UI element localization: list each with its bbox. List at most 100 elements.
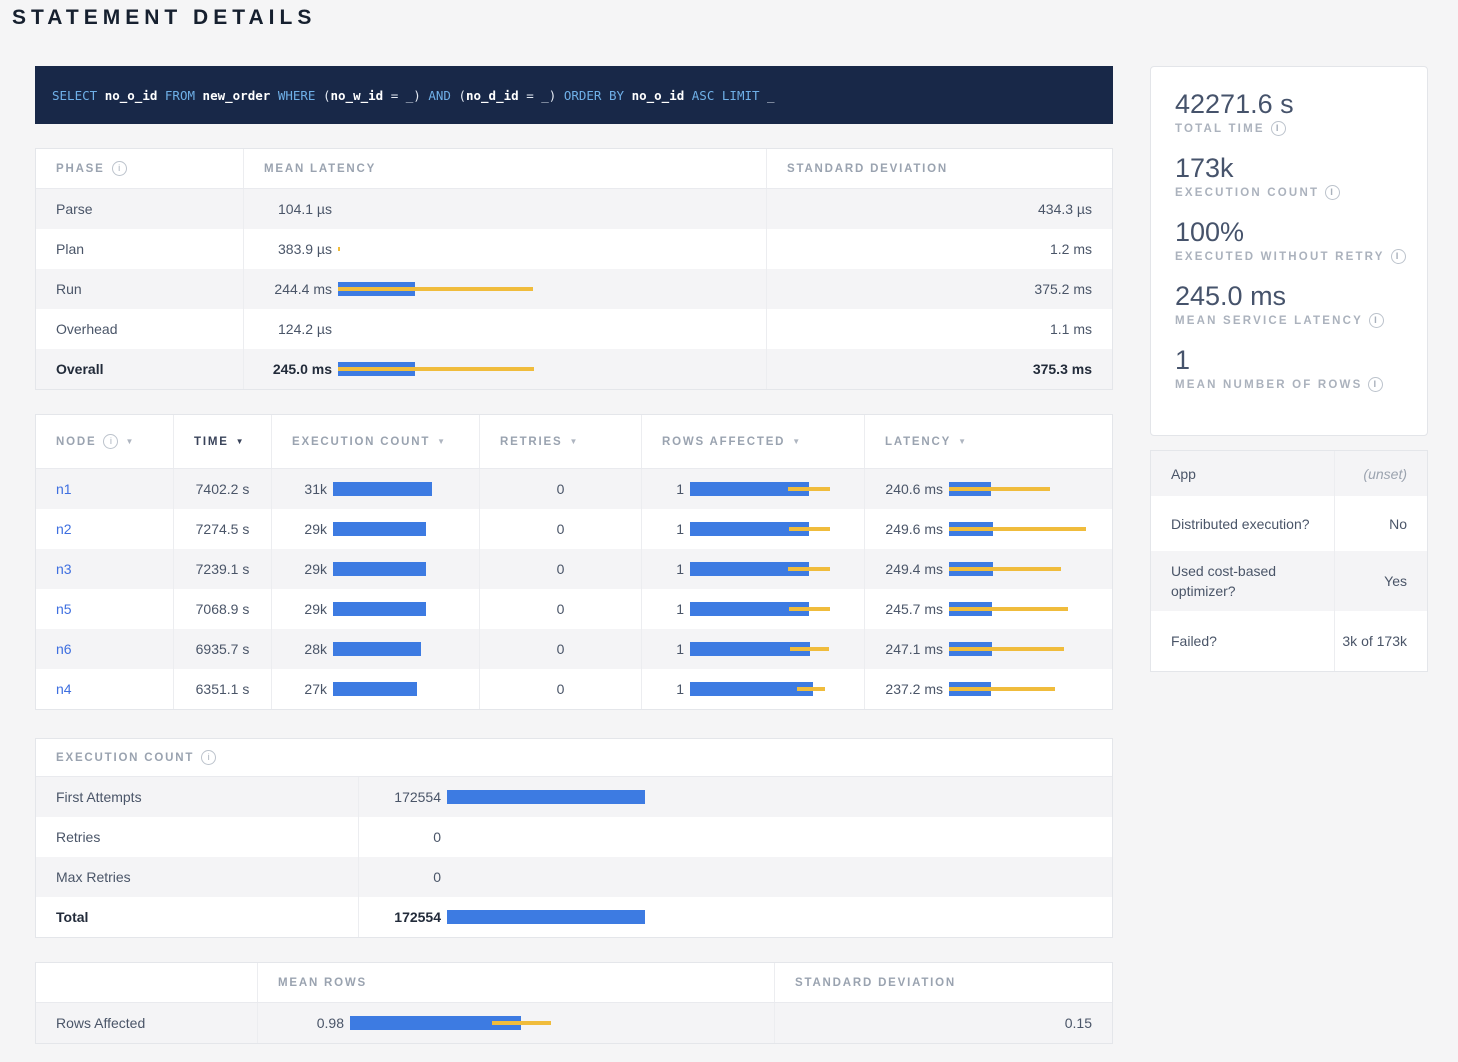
sort-arrow-icon: ▼ (569, 437, 577, 446)
mean-latency-value: 104.1 µs (244, 201, 332, 217)
column-header-label: MEAN ROWS (278, 977, 367, 989)
mean-rows-cell: 0.98 (257, 1003, 774, 1043)
stddev-bar (949, 567, 1061, 571)
sql-keyword: ASC (692, 88, 722, 103)
phase-name-cell: Overall (36, 349, 243, 389)
column-header-label: RETRIES (500, 436, 562, 448)
column-header[interactable]: NODEi▼ (36, 415, 173, 468)
stddev-bar (492, 1021, 551, 1025)
row-label: Retries (56, 829, 100, 845)
attribute-value: 3k of 173k (1334, 611, 1427, 671)
mean-latency-cell: 124.2 µs (243, 309, 766, 349)
summary-stat: 100%EXECUTED WITHOUT RETRYi (1175, 217, 1427, 264)
stddev-cell: 434.3 µs (766, 189, 1112, 229)
stddev-cell: 375.3 ms (766, 349, 1112, 389)
time-value: 7239.1 s (196, 561, 250, 577)
time-cell: 7274.5 s (173, 509, 271, 549)
stddev-value: 1.1 ms (1050, 321, 1092, 337)
table-title: EXECUTION COUNT (56, 752, 194, 764)
phase-row: Parse 104.1 µs 434.3 µs (36, 189, 1112, 229)
mean-bar (333, 522, 426, 536)
stat-value: 42271.6 s (1175, 89, 1427, 120)
phase-name: Parse (56, 201, 93, 217)
info-icon[interactable]: i (1369, 313, 1384, 328)
column-header: STANDARD DEVIATION (774, 963, 1112, 1002)
exec-count-value: 28k (272, 641, 327, 657)
info-icon[interactable]: i (201, 750, 216, 765)
mean-latency-value: 124.2 µs (244, 321, 332, 337)
info-icon[interactable]: i (112, 161, 127, 176)
attribute-row: Failed?3k of 173k (1151, 611, 1427, 671)
stat-label-text: MEAN SERVICE LATENCY (1175, 315, 1363, 327)
node-link[interactable]: n5 (56, 601, 72, 617)
stddev-bar (949, 647, 1064, 651)
stat-label: TOTAL TIMEi (1175, 121, 1427, 136)
sql-identifier: no_o_id (632, 88, 685, 103)
page-title: STATEMENT DETAILS (12, 6, 316, 30)
mean-bar (333, 682, 417, 696)
node-link[interactable]: n3 (56, 561, 72, 577)
info-icon[interactable]: i (1368, 377, 1383, 392)
mean-bar (333, 482, 432, 496)
retries-cell: 0 (479, 629, 641, 669)
phase-latency-table: PHASEiMEAN LATENCYSTANDARD DEVIATIONPars… (35, 148, 1113, 390)
retries-cell: 0 (479, 509, 641, 549)
latency-cell: 240.6 ms (864, 469, 1112, 509)
bar-chart (690, 522, 840, 536)
column-header[interactable]: RETRIES ▼ (479, 415, 641, 468)
bar-chart (949, 602, 1099, 616)
latency-value: 249.4 ms (865, 561, 943, 577)
time-value: 6351.1 s (196, 681, 250, 697)
mean-latency-cell: 245.0 ms (243, 349, 766, 389)
rows-affected-value: 1 (642, 641, 684, 657)
row-label: Max Retries (56, 869, 131, 885)
column-header[interactable]: EXECUTION COUNT▼ (271, 415, 479, 468)
info-icon[interactable]: i (1325, 185, 1340, 200)
exec-count-value: 29k (272, 521, 327, 537)
sql-identifier: no_w_id (331, 88, 384, 103)
stddev-bar (790, 647, 829, 651)
table-title-cell: EXECUTION COUNT i (36, 739, 216, 776)
stat-value: 245.0 ms (1175, 281, 1427, 312)
node-link[interactable]: n2 (56, 521, 72, 537)
stat-label: MEAN SERVICE LATENCY i (1175, 313, 1427, 328)
bar-chart (690, 682, 840, 696)
stat-label-text: EXECUTION COUNT (1175, 187, 1319, 199)
sort-arrow-icon: ▼ (125, 437, 133, 446)
sql-keyword: LIMIT (722, 88, 767, 103)
row-label: Rows Affected (56, 1015, 145, 1031)
info-icon[interactable]: i (1271, 121, 1286, 136)
exec-count-cell: 28k (271, 629, 479, 669)
rows-affected-value: 1 (642, 521, 684, 537)
stddev-bar (797, 687, 825, 691)
exec-count-row: Max Retries0 (36, 857, 1112, 897)
node-link[interactable]: n4 (56, 681, 72, 697)
node-link[interactable]: n6 (56, 641, 72, 657)
rows-affected-value: 1 (642, 681, 684, 697)
node-row: n37239.1 s29k01249.4 ms (36, 549, 1112, 589)
bar-chart (949, 562, 1099, 576)
phase-name-cell: Overhead (36, 309, 243, 349)
exec-count-cell: 29k (271, 549, 479, 589)
count-value: 172554 (359, 789, 441, 805)
stddev-value: 375.2 ms (1034, 281, 1092, 297)
bar-chart (333, 682, 473, 696)
node-link[interactable]: n1 (56, 481, 72, 497)
attribute-label: Used cost-based optimizer? (1151, 551, 1334, 611)
mean-bar (333, 602, 426, 616)
bar-chart (333, 562, 473, 576)
mean-bar (333, 642, 421, 656)
info-icon[interactable]: i (103, 434, 118, 449)
column-header[interactable]: TIME▼ (173, 415, 271, 468)
column-header[interactable]: ROWS AFFECTED▼ (641, 415, 864, 468)
sort-arrow-icon: ▼ (236, 437, 244, 446)
info-icon[interactable]: i (1391, 249, 1406, 264)
bar-chart (333, 602, 473, 616)
column-header: MEAN LATENCY (243, 149, 766, 188)
bar-chart (949, 482, 1099, 496)
retries-value: 0 (557, 521, 565, 537)
sql-identifier: new_order (203, 88, 271, 103)
column-header[interactable]: LATENCY▼ (864, 415, 1112, 468)
summary-stat: 1MEAN NUMBER OF ROWSi (1175, 345, 1427, 392)
phase-name-cell: Plan (36, 229, 243, 269)
